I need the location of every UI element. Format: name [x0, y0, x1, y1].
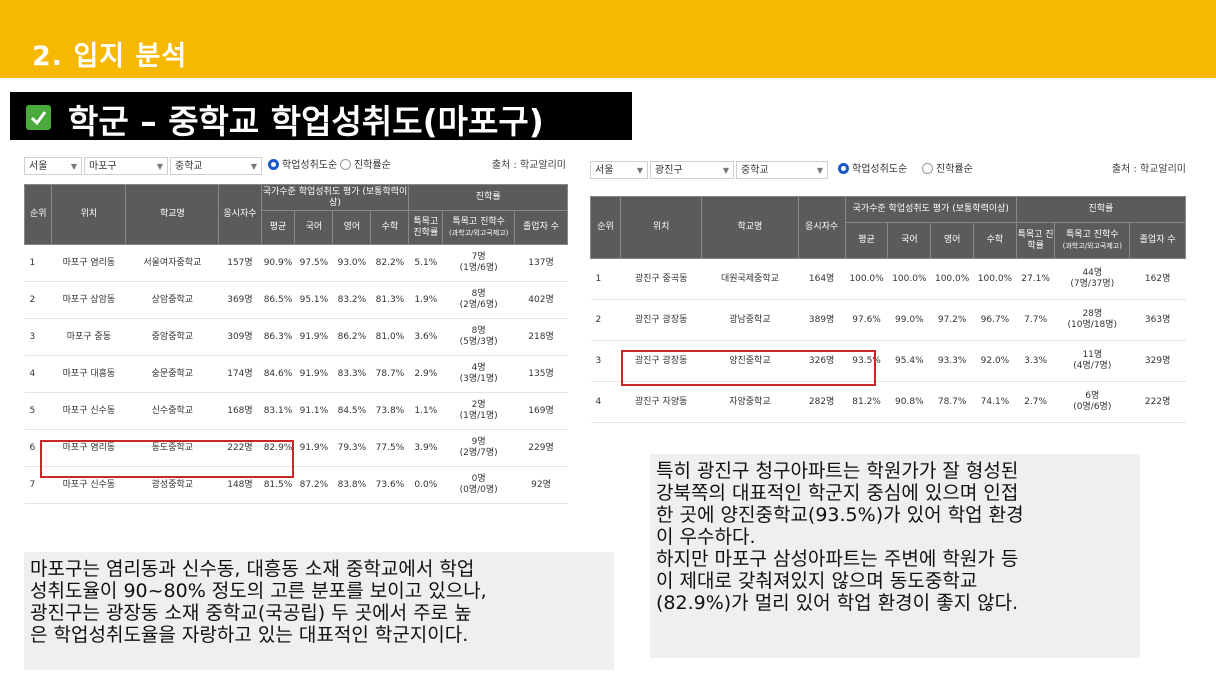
col-applicants: 응시자수: [218, 184, 262, 245]
col-english: 영어: [332, 210, 372, 245]
radio-advance[interactable]: [922, 163, 933, 174]
col-avg: 평균: [844, 222, 889, 259]
header-bar: 2. 입지 분석: [0, 0, 1216, 78]
note-left: 마포구는 염리동과 신수동, 대흥동 소재 중학교에서 학업 성취도율이 90~…: [24, 552, 614, 670]
col-graduates: 졸업자 수: [1129, 222, 1186, 259]
city-select[interactable]: 서울 ▼: [24, 157, 82, 175]
col-group-achievement: 국가수준 학업성취도 평가 (보통학력이상): [260, 184, 410, 211]
source-label: 출처 : 학교알리미: [491, 160, 566, 171]
col-sp-count: 특목고 진학수 (과학고/외고국제고): [442, 210, 516, 245]
highlight-dongdo-row: [40, 440, 294, 478]
col-rank: 순위: [590, 196, 621, 259]
radio-achievement[interactable]: [268, 159, 279, 170]
highlight-yangjin-row: [621, 350, 876, 386]
col-english: 영어: [930, 222, 975, 259]
chevron-down-icon: ▼: [816, 166, 823, 175]
radio-achievement[interactable]: [838, 163, 849, 174]
section-title: 2. 입지 분석: [32, 41, 188, 72]
district-select[interactable]: 광진구 ▼: [650, 161, 734, 179]
school-type-select[interactable]: 중학교 ▼: [736, 161, 828, 179]
city-select[interactable]: 서울 ▼: [590, 161, 648, 179]
chevron-down-icon: ▼: [722, 166, 729, 175]
col-rank: 순위: [24, 184, 53, 245]
table-row: 3 마포구 중동 중암중학교 309명 86.3% 91.9% 86.2% 81.0% 3.6%…: [24, 318, 568, 356]
right-filter-bar: 서울 ▼ 광진구 ▼ 중학교 ▼ 학업성취도순 진학률순 출처 : 학교알리미: [590, 160, 1190, 184]
col-group-achievement: 국가수준 학업성취도 평가 (보통학력이상): [844, 196, 1017, 223]
col-math: 수학: [370, 210, 410, 245]
note-right: 특히 광진구 청구아파트는 학원가가 잘 형성된 강북쪽의 대표적인 학군지 중…: [650, 454, 1140, 658]
table-row: 4 광진구 자양동 자양중학교 282명 81.2% 90.8% 78.7% 74.1% 2.7…: [590, 381, 1186, 423]
radio-advance-label: 진학률순: [936, 164, 973, 175]
col-school: 학교명: [125, 184, 220, 245]
table-row: 1 광진구 중곡동 대원국제중학교 164명 100.0% 100.0% 100.0% 100…: [590, 258, 1186, 300]
right-table-panel: 서울 ▼ 광진구 ▼ 중학교 ▼ 학업성취도순 진학률순 출처 : 학교알리미 순위 …: [590, 160, 1190, 426]
district-select[interactable]: 마포구 ▼: [84, 157, 168, 175]
col-location: 위치: [51, 184, 127, 245]
right-results-table: 순위 위치 학교명 응시자수 국가수준 학업성취도 평가 (보통학력이상) 진학…: [590, 196, 1187, 423]
col-group-advance: 진학률: [408, 184, 568, 211]
chevron-down-icon: ▼: [636, 166, 643, 175]
col-korean: 국어: [294, 210, 334, 245]
col-location: 위치: [619, 196, 703, 259]
col-avg: 평균: [260, 210, 296, 245]
radio-achievement-label: 학업성취도순: [282, 160, 338, 171]
col-school: 학교명: [701, 196, 799, 259]
table-row: 2 마포구 상암동 상암중학교 369명 86.5% 95.1% 83.2% 81.3% 1.9…: [24, 281, 568, 319]
col-korean: 국어: [887, 222, 932, 259]
left-filter-bar: 서울 ▼ 마포구 ▼ 중학교 ▼ 학업성취도순 진학률순 출처 : 학교알리미: [24, 156, 570, 180]
table-row: 2 광진구 광장동 광남중학교 389명 97.6% 99.0% 97.2% 96.7% 7.7…: [590, 299, 1186, 341]
col-group-advance: 진학률: [1015, 196, 1187, 223]
col-math: 수학: [973, 222, 1017, 259]
col-sp-rate: 특목고 진학률: [408, 210, 444, 245]
table-row: 5 마포구 신수동 신수중학교 168명 83.1% 91.1% 84.5% 73.8% 1.1…: [24, 392, 568, 430]
table-row: 1 마포구 염리동 서울여자중학교 157명 90.9% 97.5% 93.0% 82.2% 5…: [24, 244, 568, 282]
col-sp-count: 특목고 진학수 (과학고/외고국제고): [1054, 222, 1131, 259]
chevron-down-icon: ▼: [70, 162, 77, 171]
radio-achievement-label: 학업성취도순: [852, 164, 908, 175]
source-label: 출처 : 학교알리미: [1111, 164, 1186, 175]
radio-advance[interactable]: [340, 159, 351, 170]
col-sp-rate: 특목고 진학률: [1015, 222, 1056, 259]
checkbox-icon: [26, 105, 51, 130]
col-graduates: 졸업자 수: [514, 210, 568, 245]
title-box: 학군 – 중학교 학업성취도(마포구): [10, 92, 632, 141]
chevron-down-icon: ▼: [250, 162, 257, 171]
col-applicants: 응시자수: [797, 196, 846, 259]
page-title: 학군 – 중학교 학업성취도(마포구): [68, 102, 544, 141]
table-row: 4 마포구 대흥동 숭문중학교 174명 84.6% 91.9% 83.3% 78.7% 2.9…: [24, 355, 568, 393]
chevron-down-icon: ▼: [156, 162, 163, 171]
radio-advance-label: 진학률순: [354, 160, 391, 171]
school-type-select[interactable]: 중학교 ▼: [170, 157, 262, 175]
